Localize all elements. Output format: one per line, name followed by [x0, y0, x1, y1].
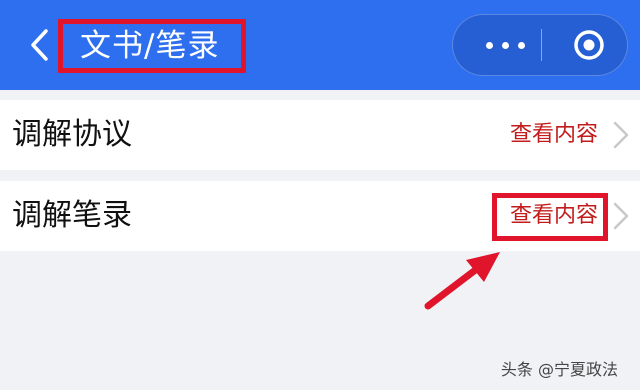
target-circle-icon	[574, 30, 604, 60]
action-highlight-box	[492, 193, 608, 241]
title-highlight-box	[58, 19, 246, 73]
chevron-right-icon	[613, 202, 629, 230]
mini-program-capsule	[452, 14, 628, 76]
watermark: 头条 @宁夏政法	[500, 360, 618, 379]
chevron-left-icon	[31, 29, 48, 61]
chevron-right-icon	[613, 121, 629, 149]
close-button[interactable]	[559, 15, 619, 75]
more-button[interactable]	[473, 15, 537, 75]
list-item-label: 调解笔录	[12, 198, 132, 233]
more-dots-icon	[485, 41, 525, 49]
view-content-link[interactable]: 查看内容	[510, 120, 598, 150]
list-item-label: 调解协议	[12, 117, 132, 152]
list-item-mediation-agreement[interactable]: 调解协议 查看内容	[0, 100, 640, 170]
back-button[interactable]	[22, 24, 56, 66]
capsule-divider	[541, 29, 542, 61]
